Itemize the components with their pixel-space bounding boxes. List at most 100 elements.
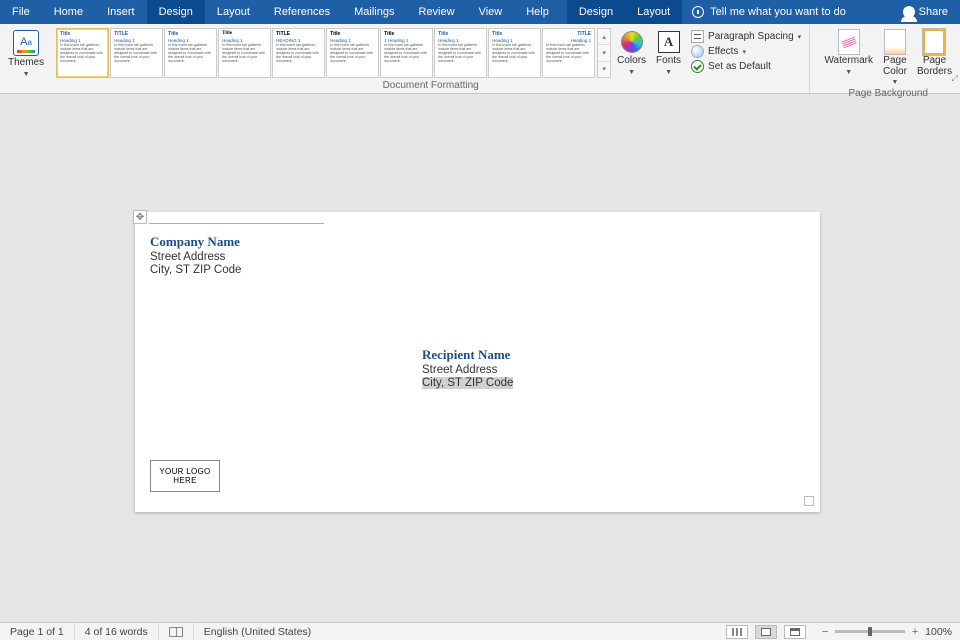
page-color-label: PageColor [883, 56, 907, 77]
chevron-down-icon: ▾ [798, 33, 802, 41]
style-set-item[interactable]: TITLEHeading 1In this Insert tab galleri… [110, 28, 163, 78]
themes-label: Themes [8, 58, 44, 69]
lightbulb-icon [692, 6, 704, 18]
style-set-item[interactable]: TitleHeading 1In this Insert tab galleri… [218, 28, 271, 78]
group-label-doc-formatting: Document Formatting [52, 80, 809, 93]
recipient-name[interactable]: Recipient Name [422, 347, 513, 363]
paragraph-spacing-button[interactable]: Paragraph Spacing ▾ [691, 30, 801, 43]
watermark-label: Watermark [824, 56, 873, 67]
watermark-button[interactable]: Watermark ▼ [820, 28, 877, 78]
tab-home[interactable]: Home [42, 0, 95, 24]
fonts-button[interactable]: A Fonts ▼ [652, 28, 685, 78]
zoom-thumb[interactable] [868, 627, 872, 636]
set-as-default-button[interactable]: Set as Default [691, 60, 801, 73]
paragraph-spacing-icon [691, 30, 704, 43]
style-set-item[interactable]: TitleHeading 1In this Insert tab galleri… [434, 28, 487, 78]
zoom-in-button[interactable]: + [909, 626, 921, 638]
recipient-addr1[interactable]: Street Address [422, 364, 513, 376]
style-set-gallery[interactable]: TitleHeading 1In this Insert tab galleri… [56, 28, 595, 78]
set-default-label: Set as Default [708, 61, 771, 72]
effects-button[interactable]: Effects ▾ [691, 45, 801, 58]
style-set-item[interactable]: TitleHeading 1In this Insert tab galleri… [164, 28, 217, 78]
colors-label: Colors [617, 56, 646, 67]
check-icon [691, 60, 704, 73]
tab-mailings[interactable]: Mailings [342, 0, 406, 24]
scroll-down-icon[interactable]: ▾ [598, 45, 610, 61]
view-print-layout[interactable] [755, 625, 777, 639]
table-move-handle[interactable]: ✥ [133, 210, 147, 224]
zoom-control: − + 100% [811, 626, 960, 638]
share-label: Share [919, 6, 948, 18]
gallery-scroll[interactable]: ▴ ▾ ▾ [597, 28, 611, 78]
gallery-more-icon[interactable]: ▾ [598, 62, 610, 77]
style-set-item[interactable]: TitleHeading 1In this Insert tab galleri… [56, 28, 109, 78]
status-language[interactable]: English (United States) [194, 623, 321, 640]
tab-references[interactable]: References [262, 0, 342, 24]
fonts-label: Fonts [656, 56, 681, 67]
chevron-down-icon: ▾ [742, 48, 746, 56]
tab-design[interactable]: Design [147, 0, 205, 24]
envelope-page[interactable]: ✥ Company Name Street Address City, ST Z… [135, 212, 820, 512]
chevron-down-icon: ▼ [628, 69, 635, 76]
tab-contextual-design[interactable]: Design [567, 0, 625, 24]
chevron-down-icon: ▼ [892, 79, 899, 86]
ribbon-tabs: File Home Insert Design Layout Reference… [0, 0, 960, 24]
tell-me-search[interactable]: Tell me what you want to do [682, 0, 856, 24]
page-color-button[interactable]: PageColor ▼ [879, 28, 911, 88]
sender-block[interactable]: Company Name Street Address City, ST ZIP… [150, 234, 241, 276]
style-set-item[interactable]: TitleHeading 1In this Insert tab galleri… [488, 28, 541, 78]
tab-layout[interactable]: Layout [205, 0, 262, 24]
style-set-item[interactable]: TITLEHeading 1In this Insert tab galleri… [542, 28, 595, 78]
logo-line1: YOUR LOGO [159, 467, 210, 476]
themes-button[interactable]: Aa Themes ▼ [4, 28, 48, 80]
zoom-slider[interactable] [835, 630, 905, 633]
style-set-item[interactable]: Title1 Heading 1In this Insert tab galle… [380, 28, 433, 78]
page-borders-button[interactable]: PageBorders [913, 28, 956, 79]
chevron-down-icon: ▼ [23, 71, 30, 78]
tab-help[interactable]: Help [514, 0, 561, 24]
view-buttons [721, 623, 811, 640]
watermark-icon [838, 29, 860, 55]
recipient-addr2[interactable]: City, ST ZIP Code [422, 377, 513, 389]
status-page[interactable]: Page 1 of 1 [0, 623, 75, 640]
collapse-ribbon-icon[interactable]: ⤢ [952, 74, 958, 84]
tell-me-label: Tell me what you want to do [710, 6, 846, 18]
colors-button[interactable]: Colors ▼ [613, 28, 650, 78]
page-borders-icon [923, 29, 945, 55]
logo-line2: HERE [173, 476, 196, 485]
tab-file[interactable]: File [0, 0, 42, 24]
status-bar: Page 1 of 1 4 of 16 words English (Unite… [0, 622, 960, 640]
ribbon: Aa Themes ▼ TitleHeading 1In this Insert… [0, 24, 960, 94]
page-borders-label: PageBorders [917, 56, 952, 77]
themes-icon: Aa [13, 30, 39, 56]
document-canvas[interactable]: ✥ Company Name Street Address City, ST Z… [0, 94, 960, 622]
recipient-block[interactable]: Recipient Name Street Address City, ST Z… [422, 347, 513, 389]
style-set-item[interactable]: TitleHeading 1In this Insert tab galleri… [326, 28, 379, 78]
zoom-out-button[interactable]: − [819, 626, 831, 638]
scroll-up-icon[interactable]: ▴ [598, 29, 610, 45]
book-icon [169, 627, 183, 637]
view-web-layout[interactable] [784, 625, 806, 639]
tab-contextual-layout[interactable]: Layout [625, 0, 682, 24]
tab-review[interactable]: Review [407, 0, 467, 24]
effects-label: Effects [708, 46, 738, 57]
logo-placeholder[interactable]: YOUR LOGOHERE [150, 460, 220, 492]
status-words[interactable]: 4 of 16 words [75, 623, 159, 640]
fonts-icon: A [658, 31, 680, 53]
sender-addr1[interactable]: Street Address [150, 251, 241, 263]
effects-icon [691, 45, 704, 58]
status-proofing[interactable] [159, 623, 194, 640]
sender-addr2[interactable]: City, ST ZIP Code [150, 264, 241, 276]
paragraph-spacing-label: Paragraph Spacing [708, 31, 794, 42]
style-set-item[interactable]: TITLEHEADING 1In this Insert tab galleri… [272, 28, 325, 78]
tab-insert[interactable]: Insert [95, 0, 147, 24]
sender-name[interactable]: Company Name [150, 234, 241, 250]
chevron-down-icon: ▼ [665, 69, 672, 76]
tab-view[interactable]: View [467, 0, 515, 24]
zoom-level[interactable]: 100% [925, 626, 952, 638]
view-read-mode[interactable] [726, 625, 748, 639]
colors-icon [621, 31, 643, 53]
table-resize-handle[interactable] [804, 496, 814, 506]
share-button[interactable]: Share [891, 0, 960, 24]
selection-line [149, 223, 324, 224]
